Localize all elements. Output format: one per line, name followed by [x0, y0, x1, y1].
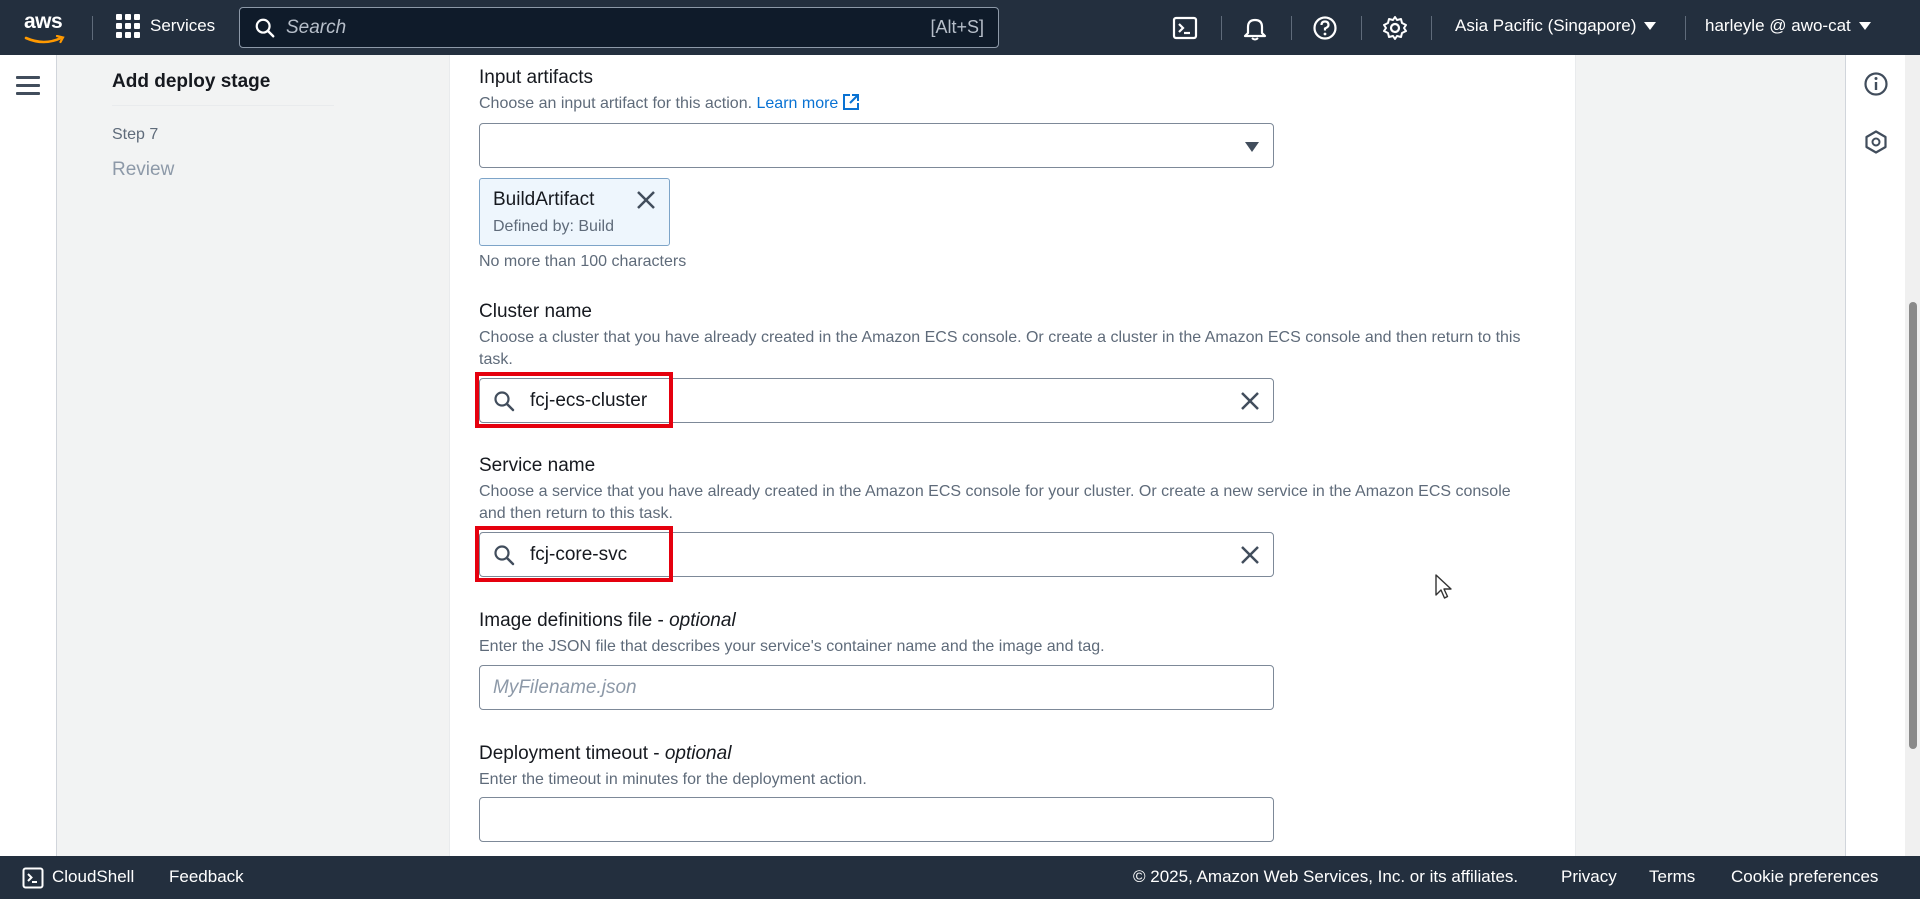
search-input[interactable] — [286, 16, 886, 39]
copyright-text: © 2025, Amazon Web Services, Inc. or its… — [1133, 867, 1519, 886]
service-name-field: Service name Choose a service that you h… — [479, 455, 1539, 525]
search-shortcut: [Alt+S] — [930, 17, 984, 37]
input-artifacts-description-text: Choose an input artifact for this action… — [479, 95, 753, 112]
input-artifacts-constraint: No more than 100 characters — [479, 253, 687, 270]
settings-icon[interactable] — [1381, 14, 1409, 42]
bell-icon[interactable] — [1241, 14, 1269, 42]
search-icon — [255, 18, 275, 37]
input-artifacts-description: Choose an input artifact for this action… — [479, 93, 1539, 115]
image-definitions-description: Enter the JSON file that describes your … — [479, 638, 1105, 655]
services-menu-button[interactable]: Services — [116, 14, 215, 38]
caret-down-icon — [1245, 142, 1259, 152]
optional-tag: optional — [664, 743, 732, 764]
tools-rail — [1845, 55, 1905, 856]
image-definitions-field: Image definitions file - optional Enter … — [479, 610, 1539, 658]
step-review: Review — [112, 159, 175, 180]
feedback-link[interactable]: Feedback — [169, 867, 244, 887]
image-definitions-input[interactable] — [479, 665, 1274, 710]
main-content: Input artifacts Choose an input artifact… — [449, 55, 1576, 856]
deployment-timeout-input[interactable] — [479, 797, 1274, 842]
deployment-timeout-field: Deployment timeout - optional Enter the … — [479, 743, 1539, 791]
hexagon-help-icon[interactable] — [1863, 129, 1889, 155]
nav-divider — [1221, 16, 1222, 40]
deployment-timeout-label-text: Deployment timeout - — [479, 743, 660, 764]
image-definitions-value[interactable] — [493, 674, 1133, 702]
image-definitions-label-text: Image definitions file - — [479, 610, 664, 631]
nav-divider — [1685, 16, 1686, 40]
input-artifacts-field: Input artifacts Choose an input artifact… — [479, 67, 1539, 115]
help-icon[interactable] — [1311, 14, 1339, 42]
service-name-label: Service name — [479, 455, 596, 476]
clear-icon[interactable] — [1239, 390, 1261, 412]
nav-divider — [1291, 16, 1292, 40]
artifact-token-defined-by: Defined by: Build — [493, 218, 614, 235]
cluster-name-description: Choose a cluster that you have already c… — [479, 329, 1521, 368]
aws-logo-text: aws — [24, 10, 63, 33]
services-grid-icon — [116, 14, 140, 38]
mouse-cursor-icon — [1435, 574, 1452, 599]
artifact-token: BuildArtifact Defined by: Build — [479, 178, 670, 246]
image-definitions-label: Image definitions file - optional — [479, 610, 1539, 632]
cluster-name-field: Cluster name Choose a cluster that you h… — [479, 301, 1539, 371]
terms-link[interactable]: Terms — [1649, 867, 1695, 887]
footer: CloudShell Feedback © 2025, Amazon Web S… — [0, 856, 1920, 899]
privacy-link[interactable]: Privacy — [1561, 867, 1617, 887]
nav-divider — [1361, 16, 1362, 40]
region-selector[interactable]: Asia Pacific (Singapore) — [1455, 16, 1657, 36]
external-link-icon — [843, 94, 860, 110]
info-icon[interactable] — [1863, 71, 1889, 97]
learn-more-link[interactable]: Learn more — [756, 94, 861, 112]
remove-token-icon[interactable] — [635, 189, 657, 211]
cluster-name-label: Cluster name — [479, 301, 592, 322]
optional-tag: optional — [669, 610, 736, 631]
deployment-timeout-value[interactable] — [493, 806, 1133, 834]
step-number: Step 7 — [112, 126, 159, 143]
cluster-highlight-box — [475, 372, 673, 428]
input-artifacts-select[interactable] — [479, 123, 1274, 168]
user-label: harleyle @ awo-cat — [1705, 16, 1851, 35]
chevron-down-icon — [1858, 22, 1871, 30]
input-artifacts-label: Input artifacts — [479, 67, 594, 88]
deployment-timeout-description: Enter the timeout in minutes for the dep… — [479, 771, 867, 788]
top-navigation: aws Services [Alt+S] — [0, 0, 1920, 55]
side-navigation-rail — [0, 55, 57, 856]
wizard-steps: Add deploy stage Step 7 Review — [57, 55, 449, 856]
services-label: Services — [150, 16, 216, 35]
account-menu[interactable]: harleyle @ awo-cat — [1705, 16, 1871, 36]
artifact-token-name: BuildArtifact — [493, 189, 595, 210]
page-scrollbar[interactable] — [1905, 55, 1920, 856]
steps-divider — [112, 105, 334, 106]
cloudshell-icon[interactable] — [22, 867, 44, 889]
scrollbar-thumb[interactable] — [1909, 302, 1917, 749]
cookie-preferences-link[interactable]: Cookie preferences — [1731, 867, 1878, 887]
service-name-description: Choose a service that you have already c… — [479, 483, 1511, 522]
clear-icon[interactable] — [1239, 544, 1261, 566]
nav-divider — [92, 16, 93, 40]
aws-logo[interactable]: aws — [24, 10, 72, 44]
cloudshell-link[interactable]: CloudShell — [52, 867, 134, 887]
deployment-timeout-label: Deployment timeout - optional — [479, 743, 1539, 765]
nav-divider — [1431, 16, 1432, 40]
aws-smile-icon — [24, 34, 65, 44]
service-highlight-box — [475, 526, 673, 582]
cloudshell-icon[interactable] — [1171, 14, 1199, 42]
chevron-down-icon — [1644, 22, 1657, 30]
learn-more-text: Learn more — [756, 95, 839, 112]
current-step-title[interactable]: Add deploy stage — [112, 71, 270, 93]
region-label: Asia Pacific (Singapore) — [1455, 16, 1637, 35]
global-search[interactable]: [Alt+S] — [239, 7, 999, 48]
menu-icon[interactable] — [16, 76, 40, 96]
